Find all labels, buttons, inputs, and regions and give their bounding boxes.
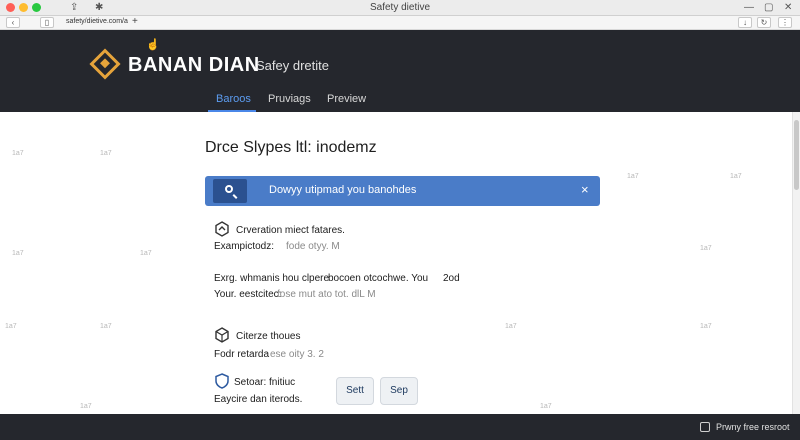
- feature-title: Setoar: fnitiuc: [234, 377, 296, 388]
- feature-title: Citerze thoues: [236, 331, 301, 342]
- feature-label: Exampictodz:: [214, 241, 275, 252]
- feature-title-suffix: bocoen otcochwe. You: [328, 273, 429, 284]
- search-icon[interactable]: [213, 179, 247, 203]
- feature-label: Your. eestcitec:: [214, 289, 282, 300]
- restore-icon[interactable]: ▢: [764, 2, 773, 13]
- shield-icon: [215, 373, 229, 389]
- tab-title[interactable]: safety/dietive.com/a: [66, 18, 128, 25]
- status-bar: Prwny free resroot: [0, 414, 800, 440]
- active-tab-indicator: [208, 110, 256, 112]
- watermark-label: 1a7: [12, 250, 24, 257]
- tab-pruviags[interactable]: Pruviags: [268, 93, 311, 105]
- alert-close-button[interactable]: ×: [581, 182, 589, 197]
- hexagon-icon: [215, 221, 229, 237]
- watermark-label: 1a7: [100, 150, 112, 157]
- hero-header: ☝ BANAN DIAN Safey dretite Baroos Pruvia…: [0, 30, 800, 112]
- hand-cursor-icon: ☝: [146, 39, 160, 51]
- feature-note: 2od: [443, 273, 460, 284]
- box-icon: [215, 327, 229, 343]
- feature-label: Eaycire dan iterods.: [214, 394, 303, 405]
- new-tab-button[interactable]: +: [132, 16, 138, 27]
- scrollbar[interactable]: [792, 112, 800, 414]
- download-button[interactable]: ↓: [738, 17, 752, 28]
- tab-preview[interactable]: Preview: [327, 93, 366, 105]
- feature-value: ese oity 3. 2: [270, 349, 324, 360]
- brand-logo-icon: [89, 48, 121, 80]
- window-title: Safety dietive: [369, 2, 431, 13]
- watermark-label: 1a7: [140, 250, 152, 257]
- window-titlebar: ⇪ ✱ Safety dietive — ▢ ✕: [0, 0, 800, 16]
- reload-button[interactable]: ↻: [757, 17, 771, 28]
- page-title: Drce Slypes ltl: inodemz: [205, 139, 377, 156]
- feature-value: fose mut ato tot. dlL M: [277, 289, 376, 300]
- watermark-label: 1a7: [12, 150, 24, 157]
- feature-label: Fodr retarda: [214, 349, 270, 360]
- menu-button[interactable]: ⋮: [778, 17, 792, 28]
- watermark-label: 1a7: [100, 323, 112, 330]
- watermark-label: 1a7: [700, 323, 712, 330]
- set-button[interactable]: Sett: [336, 377, 374, 405]
- address-bar: ‹ ▯ safety/dietive.com/a + ↓ ↻ ⋮: [0, 16, 800, 30]
- info-alert-banner: Dowyy utipmad you banohdes ×: [205, 176, 600, 206]
- sidebar-toggle-button[interactable]: ▯: [40, 17, 54, 28]
- watermark-label: 1a7: [627, 173, 639, 180]
- feature-value: fode otyy. M: [286, 241, 340, 252]
- brand-tagline: Safey dretite: [256, 58, 329, 73]
- watermark-label: 1a7: [5, 323, 17, 330]
- sep-button[interactable]: Sep: [380, 377, 418, 405]
- minimize-icon[interactable]: —: [744, 2, 754, 13]
- watermark-label: 1a7: [730, 173, 742, 180]
- feature-title: Exrg. whmanis hou clpere: [214, 273, 330, 284]
- watermark-label: 1a7: [700, 245, 712, 252]
- watermark-label: 1a7: [540, 403, 552, 410]
- status-text[interactable]: Prwny free resroot: [716, 422, 790, 432]
- watermark-label: 1a7: [80, 403, 92, 410]
- brand-name: BANAN DIAN: [128, 54, 260, 76]
- close-icon[interactable]: ✕: [784, 2, 792, 13]
- tab-baroos[interactable]: Baroos: [216, 93, 251, 105]
- watermark-label: 1a7: [505, 323, 517, 330]
- back-button[interactable]: ‹: [6, 17, 20, 28]
- feature-title: Crveration miect fatares.: [236, 225, 345, 236]
- cart-icon: [700, 422, 710, 432]
- scroll-thumb[interactable]: [794, 120, 799, 190]
- alert-message: Dowyy utipmad you banohdes: [269, 184, 417, 196]
